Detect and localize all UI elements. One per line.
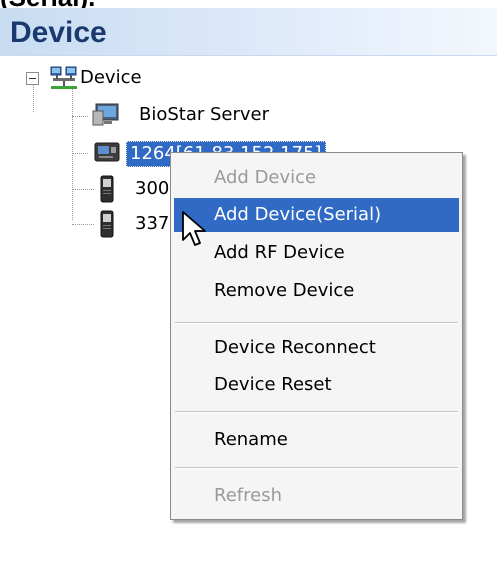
cut-off-caption: (Serial). (0, 0, 95, 8)
menu-item-add-device[interactable]: Add Device (174, 161, 459, 195)
panel-header: Device (0, 8, 497, 56)
card-reader-icon (99, 175, 115, 208)
card-reader-icon (99, 210, 115, 243)
tree-node-device-300[interactable]: 300 (135, 177, 169, 201)
menu-separator (175, 411, 458, 413)
mouse-cursor-icon (181, 210, 209, 248)
panel-title: Device (10, 16, 107, 49)
context-menu: Add Device Add Device(Serial) Add RF Dev… (170, 152, 463, 520)
menu-item-rename[interactable]: Rename (174, 423, 459, 457)
tree-connector (33, 85, 34, 112)
tree-node-biostar-server[interactable]: BioStar Server (139, 103, 269, 127)
collapse-toggle[interactable] (26, 72, 39, 85)
tree-connector (72, 116, 88, 117)
menu-item-add-device-serial[interactable]: Add Device(Serial) (174, 198, 459, 232)
menu-item-refresh[interactable]: Refresh (174, 479, 459, 513)
tree-connector (72, 224, 94, 225)
tree-root-label[interactable]: Device (80, 66, 142, 90)
network-icon (50, 65, 78, 96)
menu-item-device-reconnect[interactable]: Device Reconnect (174, 331, 459, 365)
menu-item-device-reset[interactable]: Device Reset (174, 368, 459, 402)
tree-connector (72, 153, 88, 154)
menu-separator (175, 322, 458, 324)
server-monitor-icon (92, 103, 120, 132)
tree-connector (72, 189, 94, 190)
menu-separator (175, 467, 458, 469)
biometric-terminal-icon (94, 140, 122, 169)
tree-connector (72, 88, 73, 220)
menu-item-add-rf-device[interactable]: Add RF Device (174, 236, 459, 270)
tree-node-device-337[interactable]: 337 (135, 212, 169, 236)
menu-item-remove-device[interactable]: Remove Device (174, 274, 459, 308)
